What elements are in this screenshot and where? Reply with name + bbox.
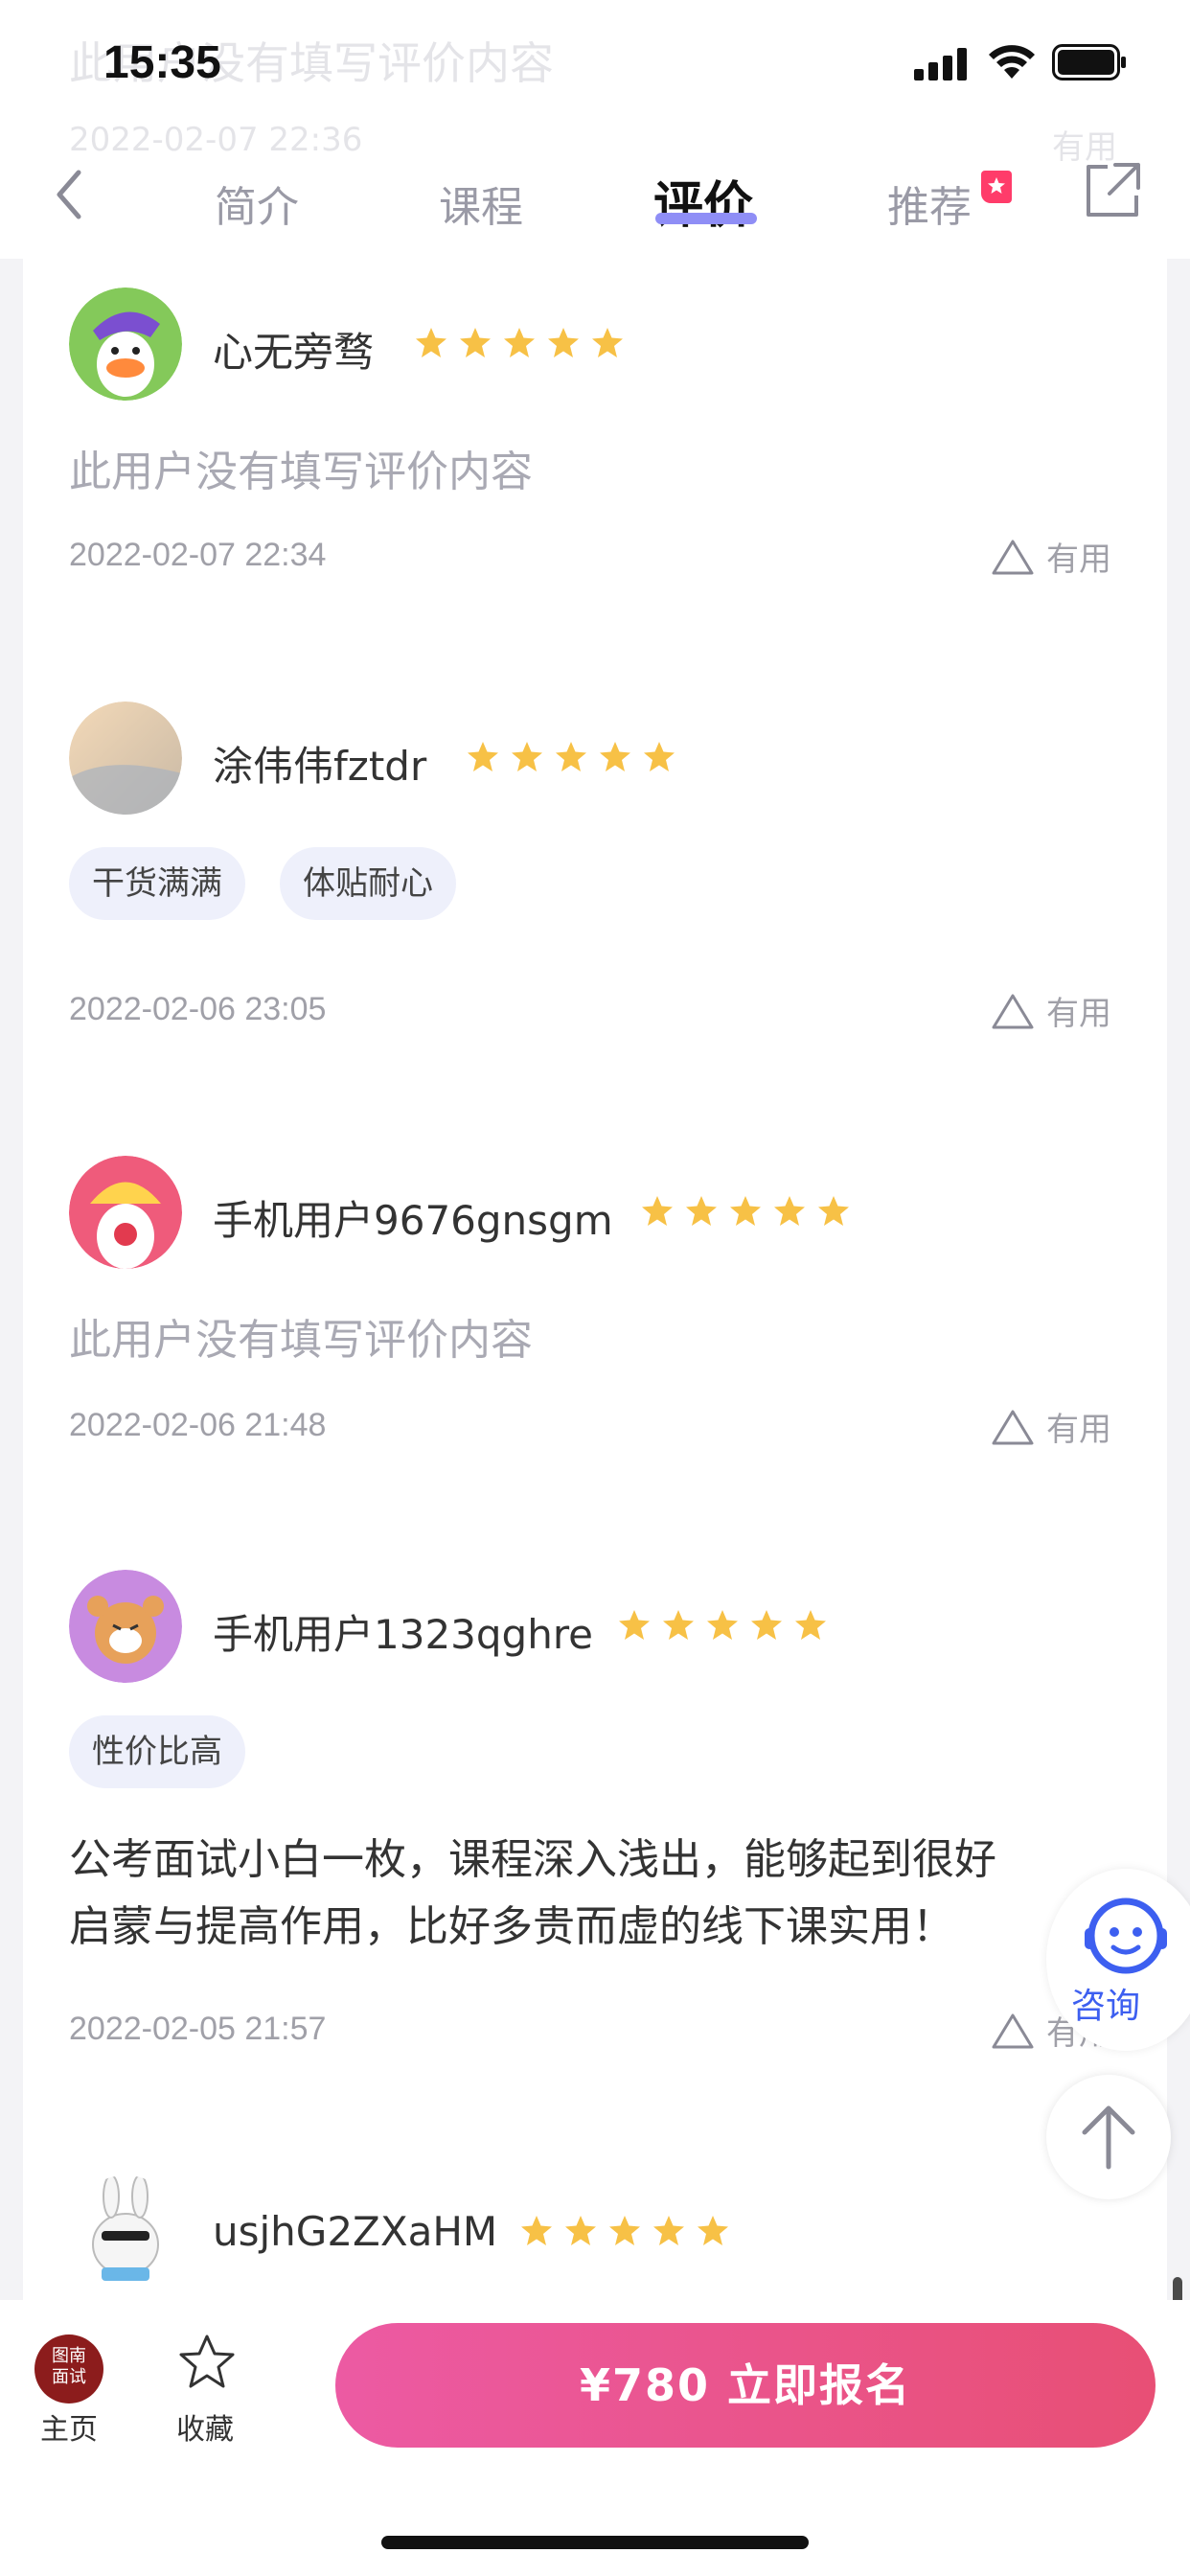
- star-icon: [751, 1610, 782, 1640]
- star-icon: [698, 2216, 728, 2245]
- review-date: 2022-02-07 22:34: [69, 537, 327, 573]
- star-icon: [512, 742, 542, 771]
- review-username: 心无旁骛: [213, 329, 375, 376]
- review-text: 此用户没有填写评价内容: [69, 448, 533, 496]
- star-icon: [416, 328, 446, 357]
- star-icon: [468, 742, 498, 771]
- review-username: 手机用户1323qghre: [213, 1611, 594, 1658]
- review-tag: 性价比高: [69, 1715, 245, 1788]
- review-text: 此用户没有填写评价内容: [69, 1316, 533, 1365]
- review-date: 2022-02-06 21:48: [69, 1407, 327, 1443]
- avatar: [69, 2175, 182, 2288]
- home-indicator: [381, 2536, 809, 2549]
- back-chevron-icon[interactable]: [50, 161, 88, 228]
- avatar: [69, 1570, 182, 1683]
- review-username: 涂伟伟fztdr: [213, 743, 427, 790]
- review-date: 2022-02-05 21:57: [69, 2011, 327, 2047]
- star-icon: [686, 1196, 717, 1226]
- favorite-label[interactable]: 收藏: [176, 2405, 234, 2448]
- tab-course[interactable]: 课程: [439, 172, 523, 234]
- tab-recommend[interactable]: 推荐: [887, 172, 972, 234]
- star-icon: [774, 1196, 805, 1226]
- review-username: usjhG2ZXaHM: [213, 2208, 498, 2255]
- star-icon: [556, 742, 586, 771]
- rating-stars: [617, 1608, 828, 1643]
- review-text-line: 公考面试小白一枚，课程深入浅出，能够起到很好: [69, 1835, 996, 1884]
- avatar: [69, 702, 182, 815]
- rating-stars: [640, 1194, 851, 1229]
- review-date: 2022-02-06 23:05: [69, 991, 327, 1027]
- review-username: 手机用户9676gnsgm: [213, 1197, 613, 1244]
- home-logo-text: 面试: [52, 2367, 86, 2387]
- wifi-icon: [989, 45, 1035, 79]
- content-gutter-left: [0, 259, 23, 2300]
- triangle-like-icon: [992, 2013, 1034, 2048]
- home-label[interactable]: 主页: [40, 2405, 98, 2448]
- share-icon[interactable]: [1083, 161, 1142, 220]
- star-icon: [818, 1196, 849, 1226]
- useful-button[interactable]: 有用: [991, 1403, 1111, 1450]
- status-time: 15:35: [103, 37, 221, 88]
- home-logo-text: 图南: [52, 2346, 86, 2366]
- rating-stars: [519, 2214, 730, 2248]
- star-icon: [521, 2216, 552, 2245]
- triangle-like-icon: [992, 540, 1034, 574]
- star-icon: [795, 1610, 826, 1640]
- recommend-badge-icon: [981, 171, 1012, 203]
- useful-button[interactable]: 有用: [991, 987, 1111, 1034]
- star-icon: [592, 328, 623, 357]
- review-text-line: 启蒙与提高作用，比好多贵而虚的线下课实用！: [69, 1902, 954, 1951]
- star-favorite-icon[interactable]: [176, 2333, 238, 2392]
- review-tag: 体贴耐心: [280, 847, 456, 920]
- active-tab-indicator: [655, 213, 757, 224]
- customer-service-icon: [1085, 1898, 1167, 1974]
- star-icon: [460, 328, 491, 357]
- star-icon: [548, 328, 579, 357]
- review-text: 公考面试小白一枚，课程深入浅出，能够起到很好 启蒙与提高作用，比好多贵而虚的线下…: [69, 1827, 1104, 1961]
- battery-icon: [1052, 44, 1126, 80]
- consult-label[interactable]: 咨询: [1071, 1978, 1140, 2028]
- star-icon: [730, 1196, 761, 1226]
- back-to-top-button[interactable]: [1046, 2075, 1171, 2199]
- star-icon: [600, 742, 630, 771]
- status-bar: 15:35: [0, 0, 1190, 134]
- review-tag: 干货满满: [69, 847, 245, 920]
- tab-intro[interactable]: 简介: [215, 172, 299, 234]
- star-icon: [707, 1610, 738, 1640]
- home-logo-icon[interactable]: 图南 面试: [34, 2334, 103, 2404]
- triangle-like-icon: [992, 1410, 1034, 1444]
- star-icon: [619, 1610, 650, 1640]
- avatar: [69, 288, 182, 401]
- triangle-like-icon: [992, 994, 1034, 1028]
- enroll-button[interactable]: ¥780 立即报名: [335, 2323, 1156, 2448]
- useful-label: 有用: [1046, 1411, 1111, 1449]
- star-icon: [565, 2216, 596, 2245]
- rating-stars: [466, 740, 676, 774]
- tab-reviews[interactable]: 评价: [653, 165, 753, 237]
- arrow-up-icon: [1082, 2105, 1135, 2170]
- star-icon: [609, 2216, 640, 2245]
- star-icon: [504, 328, 535, 357]
- useful-label: 有用: [1046, 540, 1111, 579]
- star-icon: [642, 1196, 673, 1226]
- star-icon: [653, 2216, 684, 2245]
- signal-icon: [914, 48, 967, 80]
- avatar: [69, 1156, 182, 1269]
- useful-button[interactable]: 有用: [991, 533, 1111, 580]
- rating-stars: [414, 326, 625, 360]
- useful-label: 有用: [1046, 995, 1111, 1033]
- star-icon: [644, 742, 675, 771]
- star-icon: [663, 1610, 694, 1640]
